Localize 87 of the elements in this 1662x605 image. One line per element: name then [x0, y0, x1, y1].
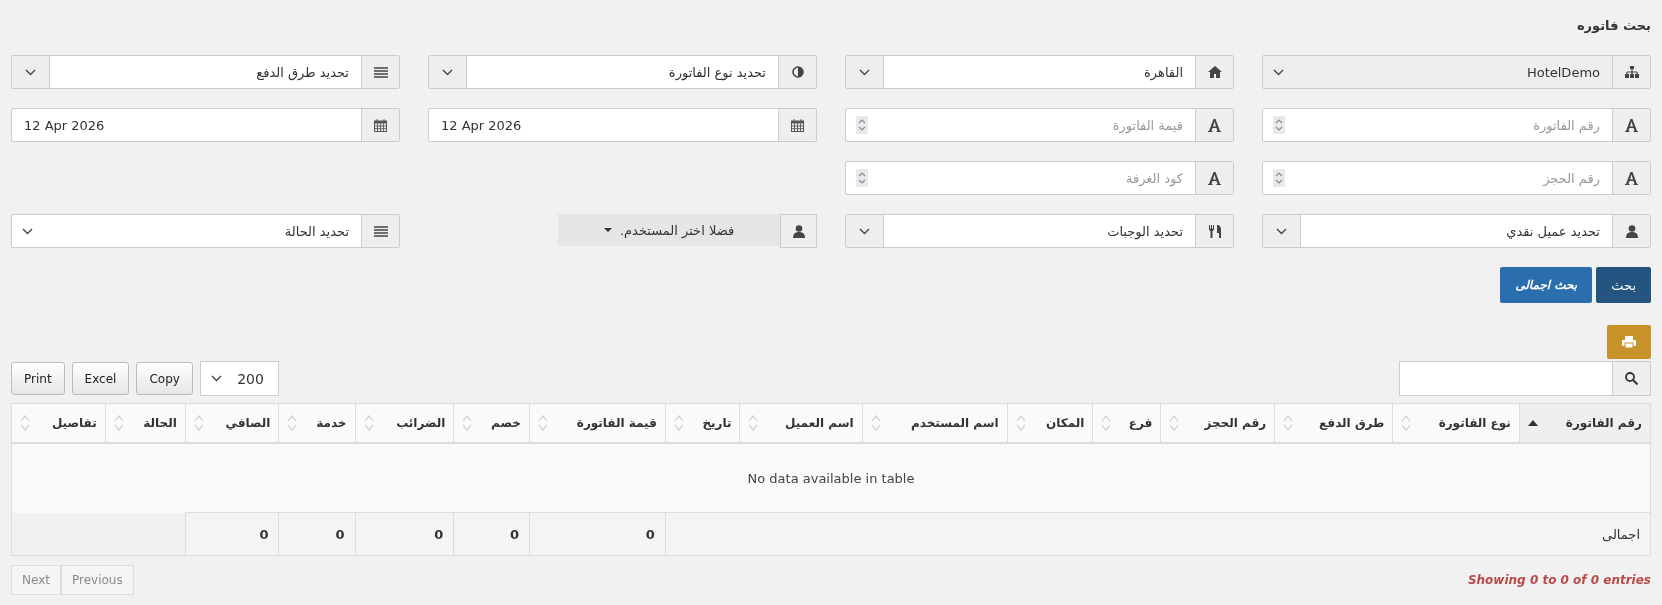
- table-cell: 0: [453, 512, 530, 556]
- column-header[interactable]: الحالة: [105, 403, 186, 443]
- sort-icon: [462, 415, 473, 431]
- table-cell: 0: [185, 512, 279, 556]
- sort-icon: [748, 415, 759, 431]
- print-button[interactable]: [1607, 325, 1651, 359]
- search-icon: [1625, 372, 1638, 385]
- column-header[interactable]: تفاصيل: [11, 403, 106, 443]
- export-button[interactable]: Excel: [71, 362, 130, 395]
- sort-icon: [1015, 415, 1026, 431]
- column-header[interactable]: فرع: [1092, 403, 1161, 443]
- page-title: بحث فاتوره: [1575, 18, 1651, 35]
- sort-icon: [1101, 415, 1112, 431]
- chevron-down-icon: [442, 68, 453, 76]
- font-icon: [1625, 171, 1638, 185]
- sort-icon: [20, 415, 30, 431]
- chevron-down-icon: [1273, 68, 1284, 76]
- menu-icon: [373, 225, 388, 237]
- chevron-down-icon: [210, 375, 222, 382]
- select-field[interactable]: تحديد عميل نقدي: [1262, 214, 1651, 248]
- sort-icon: [673, 415, 684, 431]
- font-icon: [1208, 118, 1221, 132]
- spinner-icon[interactable]: [856, 169, 868, 187]
- page-length-select[interactable]: 200: [199, 361, 279, 396]
- empty-message: No data available in table: [11, 443, 1651, 513]
- menu-icon: [373, 66, 388, 78]
- chevron-down-icon: [22, 227, 33, 235]
- column-header[interactable]: نوع الفاتورة: [1392, 403, 1520, 443]
- column-header[interactable]: طرق الدفع: [1274, 403, 1393, 443]
- select-field[interactable]: تحديد الوجبات: [845, 214, 1234, 248]
- sort-icon: [870, 415, 881, 431]
- table-cell: اجمالى: [665, 512, 1651, 556]
- sort-icon: [1283, 415, 1294, 431]
- sort-icon: [537, 415, 548, 431]
- chevron-down-icon: [859, 227, 870, 235]
- table-cell: 0: [529, 512, 666, 556]
- sitemap-icon: [1624, 66, 1639, 78]
- sort-ascending-icon: [1527, 420, 1538, 426]
- entries-info: Showing 0 to 0 of 0 entries: [1467, 573, 1651, 587]
- search-field[interactable]: [1399, 361, 1651, 396]
- date-field[interactable]: 12 Apr 2026: [11, 108, 400, 142]
- user-picker[interactable]: فضلا اختر المستخدم.: [558, 214, 780, 246]
- select-field[interactable]: تحديد الحالة: [11, 214, 400, 248]
- table-cell: 0: [278, 512, 356, 556]
- table-cell: 0: [355, 512, 454, 556]
- sort-icon: [1169, 415, 1180, 431]
- export-button[interactable]: Copy: [136, 362, 193, 395]
- spinner-icon[interactable]: [1273, 116, 1285, 134]
- search-button[interactable]: بحث اجمالى: [1500, 267, 1593, 303]
- column-header[interactable]: الصافي: [185, 403, 279, 443]
- column-header[interactable]: المكان: [1007, 403, 1093, 443]
- calendar-icon: [791, 118, 804, 132]
- column-header[interactable]: تاريخ: [665, 403, 740, 443]
- column-header[interactable]: رقم الفاتورة: [1519, 403, 1651, 443]
- column-header[interactable]: اسم المستخدم: [862, 403, 1008, 443]
- column-header[interactable]: خدمة: [278, 403, 356, 443]
- contrast-icon: [791, 66, 804, 78]
- calendar-icon: [374, 118, 387, 132]
- spinner-icon[interactable]: [1273, 169, 1285, 187]
- printer-icon: [1622, 336, 1636, 348]
- column-header[interactable]: اسم العميل: [740, 403, 863, 443]
- sort-icon: [363, 415, 374, 431]
- export-button[interactable]: Print: [11, 362, 65, 395]
- column-header[interactable]: الضرائب: [355, 403, 454, 443]
- spinner-icon[interactable]: [856, 116, 868, 134]
- sort-icon: [1401, 415, 1412, 431]
- home-icon: [1207, 66, 1222, 78]
- font-icon: [1208, 171, 1221, 185]
- font-icon: [1625, 118, 1638, 132]
- caret-icon: [603, 228, 612, 232]
- sort-icon: [113, 415, 124, 431]
- select-field[interactable]: تحديد نوع الفاتورة: [428, 55, 817, 89]
- select-field[interactable]: تحديد طرق الدفع: [11, 55, 400, 89]
- cutlery-icon: [1208, 224, 1221, 238]
- chevron-down-icon: [25, 68, 36, 76]
- column-header[interactable]: رقم الحجز: [1160, 403, 1275, 443]
- user-icon: [1625, 224, 1638, 238]
- column-header[interactable]: خصم: [453, 403, 530, 443]
- sort-icon: [193, 415, 204, 431]
- chevron-down-icon: [859, 68, 870, 76]
- search-button[interactable]: بحث: [1596, 267, 1651, 303]
- date-field[interactable]: 12 Apr 2026: [428, 108, 817, 142]
- sort-icon: [287, 415, 298, 431]
- chevron-down-icon: [1276, 227, 1287, 235]
- column-header[interactable]: قيمة الفاتورة: [529, 403, 666, 443]
- select-field[interactable]: القاهرة: [845, 55, 1234, 89]
- user-icon: [792, 224, 805, 238]
